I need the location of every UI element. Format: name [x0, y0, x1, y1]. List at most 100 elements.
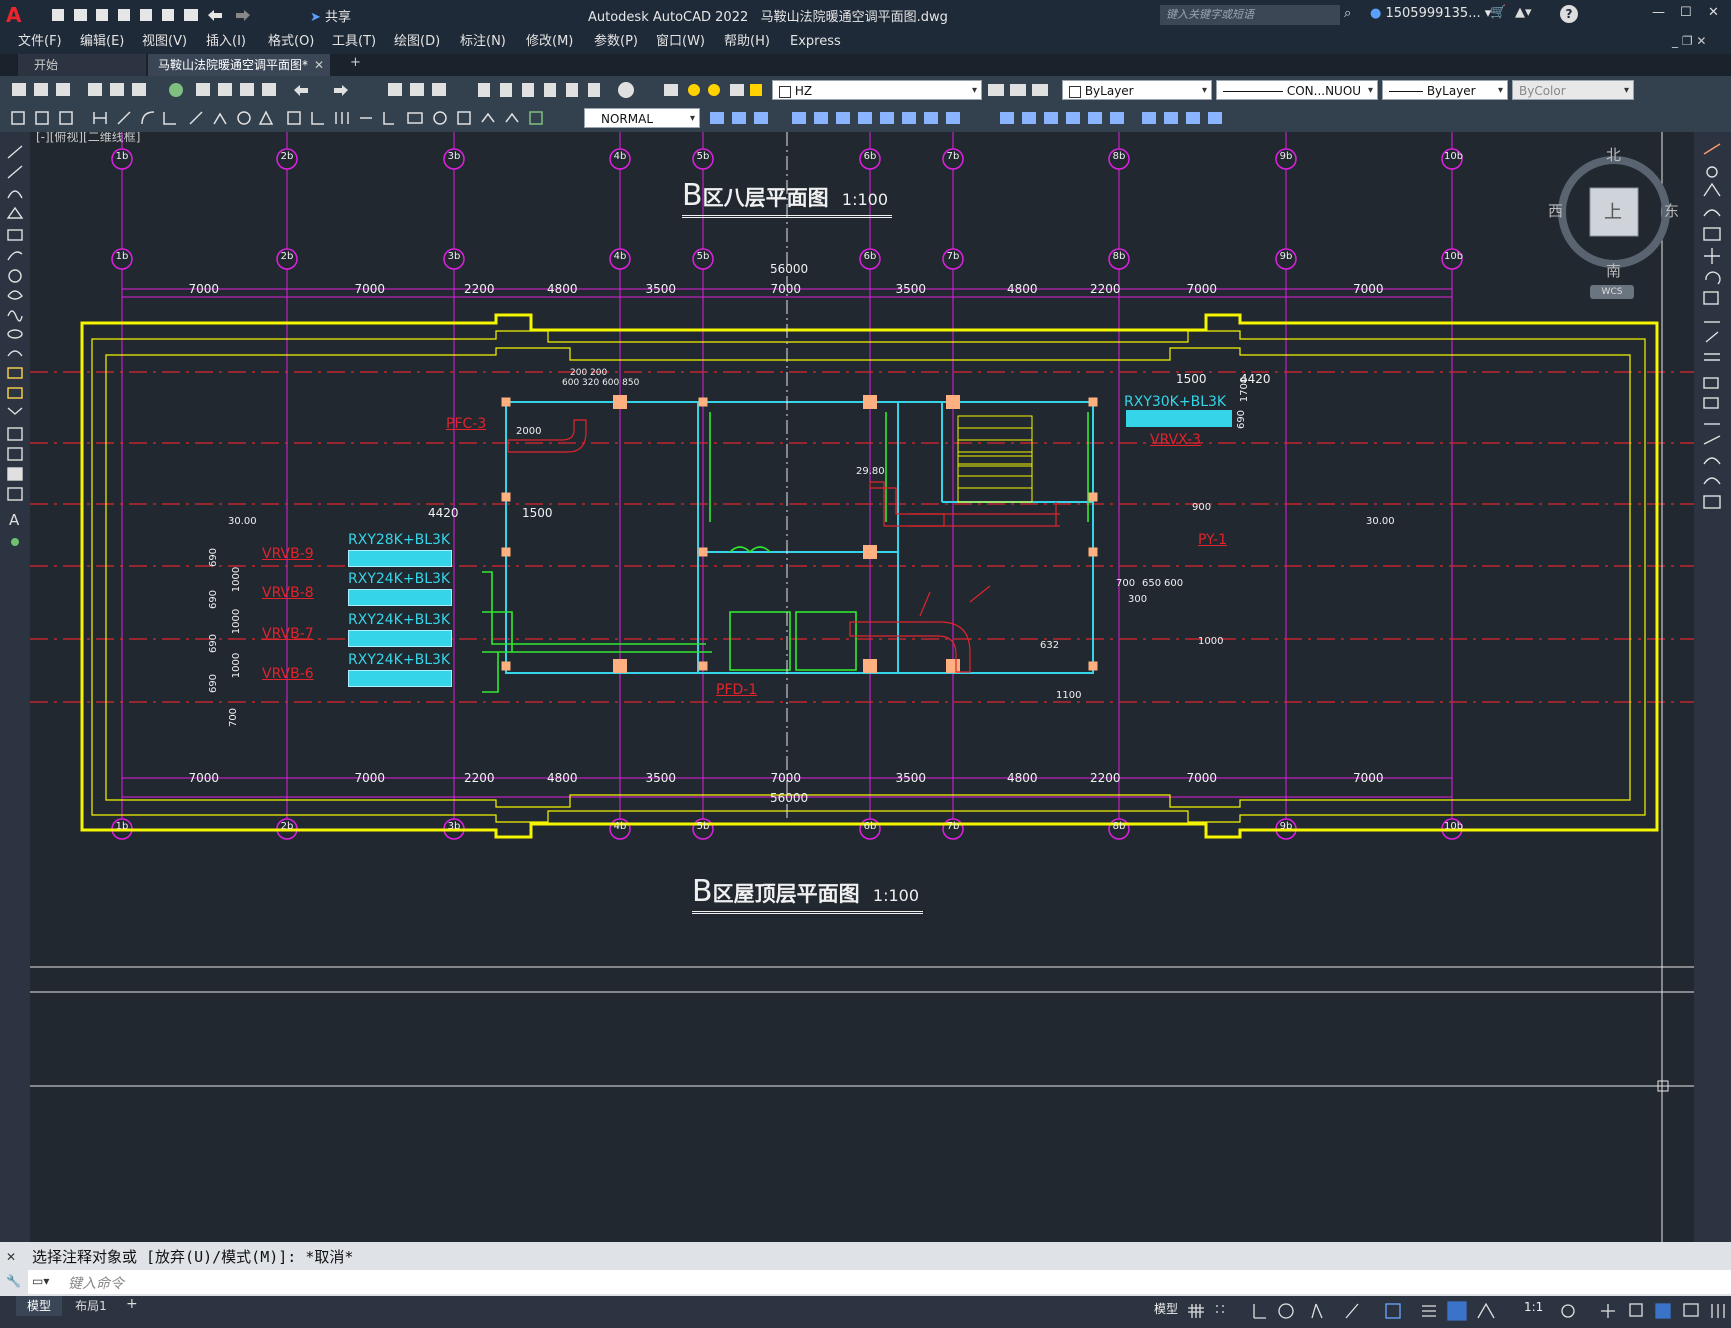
vrv-unit-right-body[interactable]: [1126, 410, 1232, 427]
share-icon: ➤: [310, 10, 321, 25]
vrv-unit-right-tag: VRVX-3: [1150, 432, 1201, 448]
span-dimension: 7000: [1353, 771, 1384, 785]
search-icon[interactable]: ⌕: [1344, 6, 1360, 22]
search-input[interactable]: 键入关键字或短语: [1160, 5, 1340, 25]
undo-icon: [208, 10, 222, 21]
drawing-canvas[interactable]: [-][俯视][二维线框] 上 北 南 西 东 WCS B区八层平面图 1:10…: [30, 132, 1694, 1242]
svg-text:A: A: [9, 511, 20, 529]
new-tab-button[interactable]: +: [350, 55, 361, 70]
close-button[interactable]: ✕: [1708, 5, 1719, 20]
share-button[interactable]: ➤ 共享: [310, 6, 351, 25]
menu-express[interactable]: Express: [790, 30, 841, 54]
annotation-scale[interactable]: 1:1: [1524, 1300, 1543, 1314]
close-tab-icon[interactable]: ✕: [314, 54, 324, 76]
menu-window[interactable]: 窗口(W): [656, 30, 705, 54]
columns: [501, 395, 1098, 673]
model-space-button[interactable]: 模型: [1154, 1300, 1178, 1317]
drawing-title-top: B区八层平面图 1:100: [682, 178, 893, 218]
span-dimension: 4800: [547, 771, 578, 785]
draw-toolbar-icons[interactable]: A: [0, 132, 30, 592]
menu-parametric[interactable]: 参数(P): [594, 30, 638, 54]
menu-help[interactable]: 帮助(H): [724, 30, 770, 54]
status-right-icons[interactable]: [1556, 1300, 1731, 1322]
vrv-unit-right-model[interactable]: RXY30K+BL3K: [1124, 394, 1226, 410]
column: [698, 547, 708, 557]
command-history: 选择注释对象或 [放弃(U)/模式(M)]: *取消*: [32, 1248, 354, 1266]
viewcube-east[interactable]: 东: [1664, 200, 1679, 221]
color-dropdown[interactable]: ByLayer ▾: [1062, 80, 1212, 100]
autodesk-app-icon[interactable]: ▲▾: [1515, 5, 1532, 20]
toolbar-standard: HZ ▾ ByLayer ▾ CON...NUOU ▾ ByLayer ▾ ByColo…: [0, 76, 1731, 104]
menu-modify[interactable]: 修改(M): [526, 30, 573, 54]
column: [863, 395, 877, 409]
vrv-unit-body[interactable]: [348, 589, 452, 606]
lineweight-sample: [1389, 91, 1423, 92]
tab-model[interactable]: 模型: [16, 1296, 62, 1316]
maximize-button[interactable]: ☐: [1680, 5, 1692, 20]
total-dim-mid: 56000: [770, 262, 809, 276]
vrv-unit-model: RXY24K+BL3K: [348, 571, 451, 587]
autocad-logo-icon[interactable]: A: [6, 4, 28, 26]
modify-toolbar-side-icons[interactable]: [1694, 132, 1731, 552]
dim-700: 700: [1116, 578, 1136, 589]
menu-file[interactable]: 文件(F): [18, 30, 62, 54]
viewcube-top-face[interactable]: 上: [1604, 198, 1622, 224]
lineweight-dropdown[interactable]: ByLayer ▾: [1382, 80, 1508, 100]
menu-draw[interactable]: 绘图(D): [394, 30, 440, 54]
command-line: ✕ 🔧 选择注释对象或 [放弃(U)/模式(M)]: *取消* ▭▾ 键入命令: [0, 1242, 1731, 1296]
menu-view[interactable]: 视图(V): [142, 30, 187, 54]
status-toggle-icons[interactable]: [1186, 1300, 1546, 1322]
span-dimension: 2200: [1090, 282, 1121, 296]
modify-toolbar-icons[interactable]: [706, 108, 1226, 128]
vertical-dimension: 690: [208, 589, 220, 610]
viewcube-north[interactable]: 北: [1606, 144, 1621, 165]
dimstyle-dropdown[interactable]: NORMAL ▾: [584, 108, 700, 128]
vrv-unit-body[interactable]: [348, 550, 452, 567]
plotstyle-dropdown[interactable]: ByColor ▾: [1512, 80, 1634, 100]
vertical-dimension: 1000: [231, 566, 243, 593]
help-button[interactable]: ?: [1560, 5, 1578, 23]
command-customize-icon[interactable]: 🔧: [6, 1274, 21, 1288]
linetype-dropdown[interactable]: CON...NUOU ▾: [1216, 80, 1378, 100]
user-account[interactable]: ● 1505999135... ▾: [1370, 6, 1491, 21]
menu-dimension[interactable]: 标注(N): [460, 30, 506, 54]
add-layout-button[interactable]: +: [126, 1296, 138, 1312]
tab-current-file[interactable]: 马鞍山法院暖通空调平面图* ✕: [148, 54, 330, 76]
command-input[interactable]: ▭▾ 键入命令: [28, 1270, 1731, 1294]
dimension-toolbar-icons[interactable]: [8, 108, 578, 128]
vrv-unit-body[interactable]: [348, 670, 452, 687]
dim-900: 900: [1192, 502, 1212, 513]
layer-state-icons[interactable]: [660, 80, 772, 100]
column: [946, 395, 960, 409]
vrv-unit-body[interactable]: [348, 630, 452, 647]
floor-plan-drawing: [30, 132, 1694, 1242]
title-bar: A ➤ 共享 Autodesk AutoCAD 2022 马鞍山法院暖通空调平面…: [0, 0, 1731, 30]
command-prompt-icon[interactable]: ▭▾: [32, 1274, 49, 1288]
doc-window-controls[interactable]: _ ❐ ✕: [1672, 34, 1706, 48]
cart-icon[interactable]: 🛒: [1490, 5, 1506, 20]
wcs-menu[interactable]: WCS: [1590, 285, 1634, 299]
axis-bubble-label: 7b: [946, 151, 960, 162]
column: [863, 659, 877, 673]
dim-left-4420: 4420: [428, 506, 459, 520]
tab-start[interactable]: 开始: [18, 54, 146, 76]
menu-tools[interactable]: 工具(T): [332, 30, 376, 54]
viewcube-south[interactable]: 南: [1606, 260, 1621, 281]
menu-edit[interactable]: 编辑(E): [80, 30, 124, 54]
tab-layout1[interactable]: 布局1: [66, 1296, 116, 1316]
span-dimension: 7000: [1186, 282, 1218, 296]
column: [1088, 492, 1098, 502]
menu-format[interactable]: 格式(O): [268, 30, 314, 54]
command-close-icon[interactable]: ✕: [6, 1250, 16, 1264]
viewcube-west[interactable]: 西: [1548, 200, 1563, 221]
dim-1000: 1000: [1198, 636, 1224, 647]
standard-toolbar-icons[interactable]: [8, 80, 668, 100]
menu-insert[interactable]: 插入(I): [206, 30, 246, 54]
axis-bubble-label: 5b: [696, 251, 710, 262]
layer-tools-icons[interactable]: [986, 80, 1056, 100]
dim-left-1500: 1500: [522, 506, 553, 520]
layer-dropdown[interactable]: HZ ▾: [772, 80, 982, 100]
export-icon: [162, 9, 174, 21]
dim-600-320-600-850: 600 320 600 850: [562, 378, 640, 388]
minimize-button[interactable]: —: [1652, 5, 1665, 20]
